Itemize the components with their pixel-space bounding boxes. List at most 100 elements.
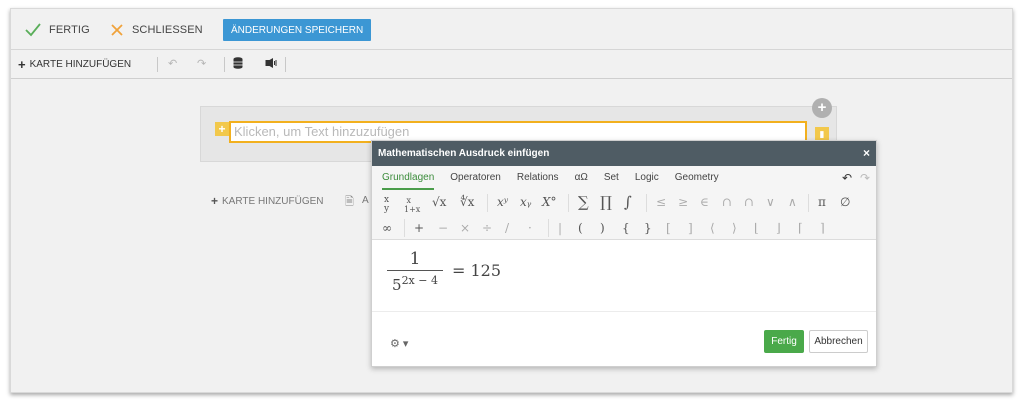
symbol-palette: xy x 1+x √x ∜x xʸ xᵧ X° ∑ ∏ ∫ ≤ ≥ ∈ ∩ ∩ ∨… [372, 190, 876, 240]
redo-icon[interactable]: ↷ [860, 171, 870, 185]
tab-grundlagen[interactable]: Grundlagen [382, 166, 435, 190]
greater-equal-button[interactable]: ≥ [678, 195, 688, 209]
palette-divider [548, 219, 549, 237]
bracket-close-button[interactable]: ] [688, 221, 693, 235]
add-card-link-label: KARTE HINZUFÜGEN [222, 195, 324, 207]
infinity-button[interactable]: ∞ [382, 221, 392, 235]
less-equal-button[interactable]: ≤ [656, 195, 666, 209]
fraction-denominator: 52x − 4 [387, 272, 443, 294]
tab-set[interactable]: Set [604, 166, 619, 190]
paren-open-button[interactable]: ( [578, 221, 583, 235]
add-element-icon[interactable]: + [215, 122, 229, 136]
tab-operatoren[interactable]: Operatoren [450, 166, 501, 190]
fraction-button[interactable]: xy [384, 196, 389, 214]
tab-relations[interactable]: Relations [517, 166, 559, 190]
cancel-button[interactable]: Abbrechen [809, 330, 868, 353]
dialog-close-icon[interactable]: × [863, 146, 870, 160]
truncated-link-label: A [362, 195, 369, 206]
intersection-button[interactable]: ∩ [722, 195, 732, 209]
element-of-button[interactable]: ∈ [700, 195, 709, 209]
exponent: 2x − 4 [401, 274, 438, 287]
palette-divider [568, 194, 569, 212]
minus-button[interactable]: − [438, 221, 448, 235]
fraction-numerator: 1 [409, 249, 421, 269]
toolbar-divider [285, 57, 286, 72]
pipe-button[interactable]: | [558, 221, 562, 235]
dot-button[interactable]: · [528, 221, 532, 235]
dialog-header: Mathematischen Ausdruck einfügen × [372, 141, 876, 166]
toolbar-divider [224, 57, 225, 72]
redo-icon[interactable]: ↷ [197, 57, 206, 70]
subscript-button[interactable]: xᵧ [520, 195, 531, 209]
done-label: FERTIG [49, 24, 90, 36]
paren-close-button[interactable]: ) [600, 221, 605, 235]
add-card-label: KARTE HINZUFÜGEN [29, 59, 132, 70]
complex-fraction-button[interactable]: x 1+x [404, 196, 420, 214]
and-button[interactable]: ∧ [788, 195, 797, 209]
fraction: 1 52x − 4 [387, 250, 443, 294]
close-button[interactable]: SCHLIESSEN [110, 20, 203, 40]
palette-divider [487, 194, 488, 212]
tab-logic[interactable]: Logic [635, 166, 659, 190]
document-icon[interactable]: 🗎 [345, 193, 354, 212]
add-card-button[interactable]: + KARTE HINZUFÜGEN [18, 57, 131, 72]
integral-button[interactable]: ∫ [624, 193, 632, 211]
math-expression-dialog: Mathematischen Ausdruck einfügen × Grund… [371, 140, 877, 367]
database-icon[interactable] [233, 57, 243, 72]
palette-divider [808, 194, 809, 212]
add-card-link[interactable]: + KARTE HINZUFÜGEN [211, 194, 324, 208]
palette-divider [646, 194, 647, 212]
plus-button[interactable]: + [414, 221, 424, 235]
close-icon [111, 24, 123, 36]
times-button[interactable]: × [460, 221, 470, 235]
brace-open-button[interactable]: { [622, 221, 630, 235]
angle-close-button[interactable]: ⟩ [732, 221, 737, 235]
editor-frame: FERTIG SCHLIESSEN ÄNDERUNGEN SPEICHERN +… [10, 8, 1013, 393]
exponent-base: 5 [392, 276, 402, 294]
intersection-button-2[interactable]: ∩ [744, 195, 754, 209]
settings-gear-icon[interactable]: ⚙ ▾ [390, 337, 408, 350]
symbol-tabs: Grundlagen Operatoren Relations αΩ Set L… [372, 166, 876, 190]
degree-button[interactable]: X° [542, 195, 557, 209]
tab-greek[interactable]: αΩ [575, 166, 588, 190]
undo-icon[interactable]: ↶ [168, 57, 177, 70]
dialog-footer: ⚙ ▾ Fertig Abbrechen [372, 311, 876, 366]
nth-root-button[interactable]: ∜x [460, 195, 474, 209]
empty-set-button[interactable]: ∅ [840, 195, 850, 209]
toolbar-divider [157, 57, 158, 72]
plus-icon: + [18, 57, 26, 72]
floor-close-button[interactable]: ⌋ [776, 221, 781, 235]
sum-button[interactable]: ∑ [578, 193, 589, 211]
check-icon [25, 23, 41, 37]
sqrt-button[interactable]: √x [432, 195, 446, 209]
close-label: SCHLIESSEN [132, 24, 203, 36]
ceil-open-button[interactable]: ⌈ [798, 221, 803, 235]
power-button[interactable]: xʸ [497, 195, 508, 209]
card-toolbar: + KARTE HINZUFÜGEN ↶ ↷ [11, 51, 1012, 79]
top-toolbar: FERTIG SCHLIESSEN ÄNDERUNGEN SPEICHERN [11, 9, 1012, 50]
save-changes-button[interactable]: ÄNDERUNGEN SPEICHERN [223, 19, 372, 41]
done-button[interactable]: Fertig [764, 330, 804, 353]
speaker-icon[interactable] [265, 57, 277, 72]
palette-divider [404, 219, 405, 237]
undo-icon[interactable]: ↶ [842, 171, 852, 185]
product-button[interactable]: ∏ [600, 193, 612, 211]
card-placeholder: Klicken, um Text hinzuzufügen [234, 124, 410, 139]
plus-icon: + [211, 194, 219, 208]
angle-open-button[interactable]: ⟨ [710, 221, 715, 235]
divide-button[interactable]: ÷ [482, 221, 492, 235]
brace-close-button[interactable]: } [644, 221, 652, 235]
math-editor-area[interactable]: 1 52x − 4 = 125 [372, 241, 876, 311]
pi-button[interactable]: π [818, 195, 826, 209]
trash-icon[interactable]: ▮ [815, 127, 829, 141]
tab-geometry[interactable]: Geometry [675, 166, 719, 190]
done-button[interactable]: FERTIG [25, 20, 90, 40]
equation-rhs: = 125 [452, 261, 502, 280]
bracket-open-button[interactable]: [ [666, 221, 671, 235]
slash-button[interactable]: / [505, 221, 509, 235]
ceil-close-button[interactable]: ⌉ [820, 221, 825, 235]
add-card-plus-icon[interactable]: + [812, 98, 832, 118]
floor-open-button[interactable]: ⌊ [754, 221, 759, 235]
or-button[interactable]: ∨ [766, 195, 775, 209]
fraction-bar [387, 270, 443, 271]
